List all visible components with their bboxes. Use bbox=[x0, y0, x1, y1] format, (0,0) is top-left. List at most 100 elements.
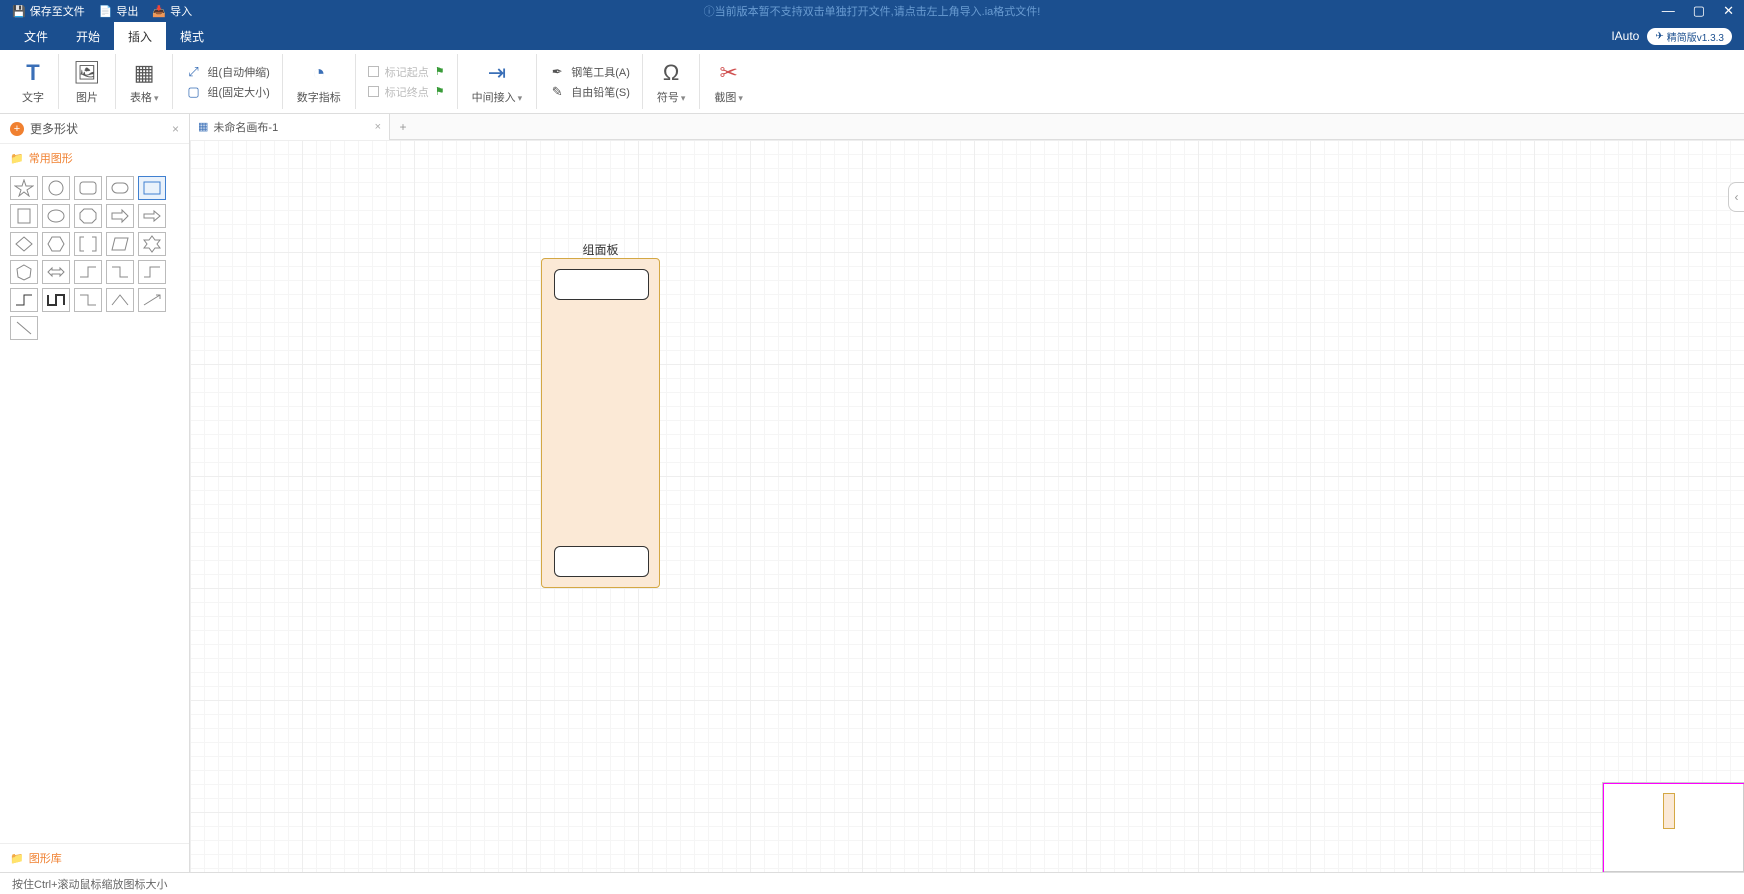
image-icon: 🖼 bbox=[73, 59, 101, 87]
ribbon-table[interactable]: ▦ 表格▾ bbox=[116, 54, 174, 109]
pen-tool-btn[interactable]: ✒钢笔工具(A) bbox=[549, 64, 630, 80]
pencil-tool-btn[interactable]: ✎自由铅笔(S) bbox=[549, 84, 630, 100]
group-panel-object[interactable] bbox=[541, 258, 660, 588]
import-label: 导入 bbox=[170, 3, 192, 19]
canvas-icon: ▦ bbox=[198, 120, 208, 133]
checkbox-icon bbox=[368, 66, 379, 77]
menubar: 文件 开始 插入 模式 IAuto ✈精简版v1.3.3 bbox=[0, 22, 1744, 50]
omega-icon: Ω bbox=[663, 59, 679, 87]
shape-circle[interactable] bbox=[42, 176, 70, 200]
sidebar-close[interactable]: × bbox=[172, 122, 179, 136]
shape-connector-1[interactable] bbox=[74, 260, 102, 284]
group-fixed-btn[interactable]: ▢组(固定大小) bbox=[185, 84, 269, 100]
shape-square[interactable] bbox=[10, 204, 38, 228]
shapes-palette bbox=[0, 172, 189, 350]
group-auto-btn[interactable]: ⤢组(自动伸缩) bbox=[185, 64, 269, 80]
chevron-down-icon: ▾ bbox=[681, 93, 686, 103]
shape-line[interactable] bbox=[10, 316, 38, 340]
chevron-down-icon: ▾ bbox=[518, 93, 523, 103]
text-icon: T bbox=[26, 59, 39, 87]
add-tab-btn[interactable]: + bbox=[390, 120, 416, 134]
close-btn[interactable]: ✕ bbox=[1723, 3, 1734, 19]
shape-capsule[interactable] bbox=[106, 176, 134, 200]
panel-port-top[interactable] bbox=[554, 269, 649, 300]
section-common-shapes[interactable]: 📁常用图形 bbox=[0, 144, 189, 172]
menu-start[interactable]: 开始 bbox=[62, 22, 114, 50]
right-panel-toggle[interactable]: ‹ bbox=[1728, 182, 1744, 212]
checkbox-icon bbox=[368, 86, 379, 97]
shape-diamond[interactable] bbox=[10, 232, 38, 256]
mark-start-btn[interactable]: 标记起点⚑ bbox=[368, 64, 445, 80]
close-tab-btn[interactable]: × bbox=[375, 121, 381, 133]
shape-connector-4[interactable] bbox=[10, 288, 38, 312]
more-shapes-label[interactable]: 更多形状 bbox=[30, 120, 78, 137]
shape-double-arrow[interactable] bbox=[42, 260, 70, 284]
shape-ellipse[interactable] bbox=[42, 204, 70, 228]
ribbon-draw-options: ✒钢笔工具(A) ✎自由铅笔(S) bbox=[537, 54, 643, 109]
ribbon-image[interactable]: 🖼 图片 bbox=[59, 54, 116, 109]
canvas[interactable]: 组面板 ‹ bbox=[190, 140, 1744, 872]
folder-icon: 📁 bbox=[10, 152, 24, 165]
shape-octagon[interactable] bbox=[74, 204, 102, 228]
export-icon: 📄 bbox=[99, 5, 113, 18]
shape-arrow-right[interactable] bbox=[106, 204, 134, 228]
shape-arrow-outline[interactable] bbox=[138, 204, 166, 228]
shape-rect-selected[interactable] bbox=[138, 176, 166, 200]
shape-connector-3[interactable] bbox=[138, 260, 166, 284]
paper-plane-icon: ✈ bbox=[1655, 31, 1663, 42]
ribbon: T 文字 🖼 图片 ▦ 表格▾ ⤢组(自动伸缩) ▢组(固定大小) ◔ 数字指标… bbox=[0, 50, 1744, 114]
document-tabs: ▦ 未命名画布-1 × + bbox=[190, 114, 1744, 140]
scissors-icon: ✂ bbox=[719, 59, 737, 87]
mid-insert-icon: ⇥ bbox=[488, 59, 506, 87]
ribbon-num-indicator[interactable]: ◔ 数字指标 bbox=[283, 54, 356, 109]
ribbon-group-options: ⤢组(自动伸缩) ▢组(固定大小) bbox=[173, 54, 282, 109]
status-hint: 按住Ctrl+滚动鼠标缩放图标大小 bbox=[12, 876, 168, 892]
table-icon: ▦ bbox=[134, 59, 155, 87]
shape-rounded-rect[interactable] bbox=[74, 176, 102, 200]
shape-connector-5[interactable] bbox=[74, 288, 102, 312]
minimize-btn[interactable]: — bbox=[1662, 3, 1675, 19]
import-icon: 📥 bbox=[152, 5, 166, 18]
chevron-down-icon: ▾ bbox=[154, 93, 159, 103]
import-btn[interactable]: 📥 导入 bbox=[152, 3, 192, 19]
version-badge: ✈精简版v1.3.3 bbox=[1647, 28, 1732, 45]
save-file-btn[interactable]: 💾 保存至文件 bbox=[12, 3, 85, 19]
save-label: 保存至文件 bbox=[30, 3, 85, 19]
plus-icon[interactable]: + bbox=[10, 122, 24, 136]
minimap-viewport[interactable] bbox=[1603, 783, 1744, 872]
menu-mode[interactable]: 模式 bbox=[166, 22, 218, 50]
shape-arrow-line[interactable] bbox=[138, 288, 166, 312]
ribbon-mid-insert[interactable]: ⇥ 中间接入▾ bbox=[458, 54, 538, 109]
export-label: 导出 bbox=[116, 3, 138, 19]
ribbon-symbol[interactable]: Ω 符号▾ bbox=[643, 54, 701, 109]
maximize-btn[interactable]: ▢ bbox=[1693, 3, 1705, 19]
doc-tab-1[interactable]: ▦ 未命名画布-1 × bbox=[190, 114, 390, 140]
ribbon-text[interactable]: T 文字 bbox=[8, 54, 59, 109]
save-icon: 💾 bbox=[12, 5, 26, 18]
pen-icon: ✒ bbox=[549, 64, 565, 80]
menu-file[interactable]: 文件 bbox=[10, 22, 62, 50]
export-btn[interactable]: 📄导出 bbox=[99, 3, 139, 19]
shape-connector-2[interactable] bbox=[106, 260, 134, 284]
shape-connector-6[interactable] bbox=[106, 288, 134, 312]
doc-tab-label: 未命名画布-1 bbox=[213, 119, 278, 135]
shape-star6[interactable] bbox=[138, 232, 166, 256]
minimap[interactable] bbox=[1602, 782, 1744, 872]
panel-title: 组面板 bbox=[541, 241, 660, 258]
status-bar: 按住Ctrl+滚动鼠标缩放图标大小 bbox=[0, 872, 1744, 894]
main: + 更多形状 × 📁常用图形 bbox=[0, 114, 1744, 872]
menu-insert[interactable]: 插入 bbox=[114, 22, 166, 50]
panel-port-bottom[interactable] bbox=[554, 546, 649, 577]
sidebar-header: + 更多形状 × bbox=[0, 114, 189, 144]
shape-hexagon[interactable] bbox=[42, 232, 70, 256]
flag-icon: ⚑ bbox=[435, 65, 445, 78]
mark-end-btn[interactable]: 标记终点⚑ bbox=[368, 84, 445, 100]
shape-star[interactable] bbox=[10, 176, 38, 200]
shape-heptagon[interactable] bbox=[10, 260, 38, 284]
chevron-down-icon: ▾ bbox=[738, 93, 743, 103]
ribbon-screenshot[interactable]: ✂ 截图▾ bbox=[700, 54, 757, 109]
shape-bracket[interactable] bbox=[74, 232, 102, 256]
section-shape-library[interactable]: 📁图形库 bbox=[0, 843, 189, 872]
shape-step-line[interactable] bbox=[42, 288, 70, 312]
shape-parallelogram[interactable] bbox=[106, 232, 134, 256]
